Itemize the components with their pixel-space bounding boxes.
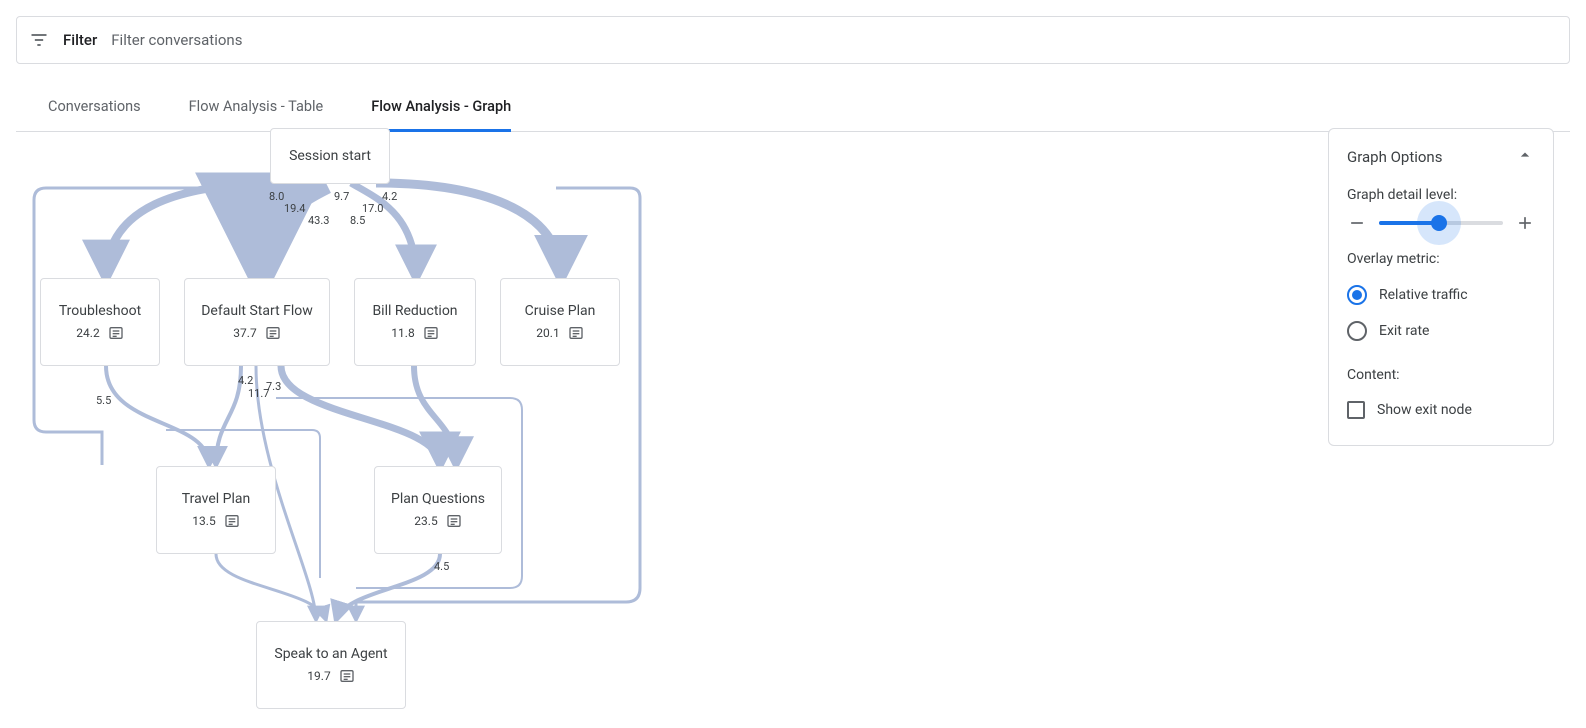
node-title: Speak to an Agent: [274, 646, 387, 662]
chevron-up-icon[interactable]: [1515, 145, 1535, 169]
tab-conversations[interactable]: Conversations: [48, 82, 141, 132]
radio-exit-rate[interactable]: Exit rate: [1347, 313, 1535, 349]
edge-label: 8.0: [269, 190, 284, 203]
edge-label: 9.7: [334, 190, 349, 203]
edge-label: 5.5: [96, 394, 111, 407]
node-title: Cruise Plan: [525, 303, 596, 319]
list-icon[interactable]: [339, 668, 355, 684]
node-title: Session start: [289, 148, 371, 164]
filter-icon: [29, 30, 49, 50]
node-bill-reduction[interactable]: Bill Reduction 11.8: [354, 278, 476, 366]
node-default-start-flow[interactable]: Default Start Flow 37.7: [184, 278, 330, 366]
filter-input[interactable]: Filter conversations: [111, 31, 242, 49]
edge-label: 4.2: [382, 190, 397, 203]
radio-relative-traffic[interactable]: Relative traffic: [1347, 277, 1535, 313]
filter-bar: Filter Filter conversations: [16, 16, 1570, 64]
checkbox-show-exit-node[interactable]: Show exit node: [1347, 393, 1535, 427]
node-title: Default Start Flow: [201, 303, 313, 319]
radio-label: Exit rate: [1379, 323, 1429, 339]
node-plan-questions[interactable]: Plan Questions 23.5: [374, 466, 502, 554]
detail-level-slider[interactable]: [1379, 221, 1503, 225]
node-speak-to-agent[interactable]: Speak to an Agent 19.7: [256, 621, 406, 709]
node-metric: 19.7: [307, 669, 330, 683]
node-metric: 24.2: [76, 326, 99, 340]
overlay-metric-label: Overlay metric:: [1347, 251, 1535, 267]
list-icon[interactable]: [446, 513, 462, 529]
node-title: Bill Reduction: [372, 303, 457, 319]
tab-flow-analysis-table[interactable]: Flow Analysis - Table: [189, 82, 324, 132]
tab-flow-analysis-graph[interactable]: Flow Analysis - Graph: [371, 82, 511, 132]
edge-label: 8.5: [350, 214, 365, 227]
increase-detail-button[interactable]: [1515, 213, 1535, 233]
filter-label: Filter: [63, 31, 97, 49]
flow-graph-canvas[interactable]: Session start Troubleshoot 24.2 Default …: [16, 128, 666, 728]
node-title: Troubleshoot: [59, 303, 141, 319]
node-troubleshoot[interactable]: Troubleshoot 24.2: [40, 278, 160, 366]
graph-options-title: Graph Options: [1347, 148, 1442, 166]
edge-label: 4.2: [238, 374, 253, 387]
edge-label: 17.0: [362, 202, 383, 215]
list-icon[interactable]: [224, 513, 240, 529]
list-icon[interactable]: [265, 325, 281, 341]
list-icon[interactable]: [568, 325, 584, 341]
node-metric: 37.7: [233, 326, 256, 340]
tabs: Conversations Flow Analysis - Table Flow…: [16, 82, 1570, 132]
checkbox-icon: [1347, 401, 1365, 419]
node-title: Plan Questions: [391, 491, 485, 507]
edge-label: 19.4: [284, 202, 305, 215]
graph-options-panel: Graph Options Graph detail level: Overla…: [1328, 128, 1554, 446]
node-metric: 23.5: [414, 514, 437, 528]
list-icon[interactable]: [108, 325, 124, 341]
node-metric: 11.8: [391, 326, 414, 340]
edge-label: 43.3: [308, 214, 329, 227]
node-title: Travel Plan: [182, 491, 250, 507]
edge-label: 7.3: [266, 380, 281, 393]
node-travel-plan[interactable]: Travel Plan 13.5: [156, 466, 276, 554]
radio-icon: [1347, 285, 1367, 305]
node-session-start[interactable]: Session start: [270, 128, 390, 184]
list-icon[interactable]: [423, 325, 439, 341]
node-metric: 20.1: [536, 326, 559, 340]
edge-label: 4.5: [434, 560, 449, 573]
decrease-detail-button[interactable]: [1347, 213, 1367, 233]
content-label: Content:: [1347, 367, 1535, 383]
node-metric: 13.5: [192, 514, 215, 528]
radio-label: Relative traffic: [1379, 287, 1468, 303]
radio-icon: [1347, 321, 1367, 341]
checkbox-label: Show exit node: [1377, 402, 1472, 418]
node-cruise-plan[interactable]: Cruise Plan 20.1: [500, 278, 620, 366]
